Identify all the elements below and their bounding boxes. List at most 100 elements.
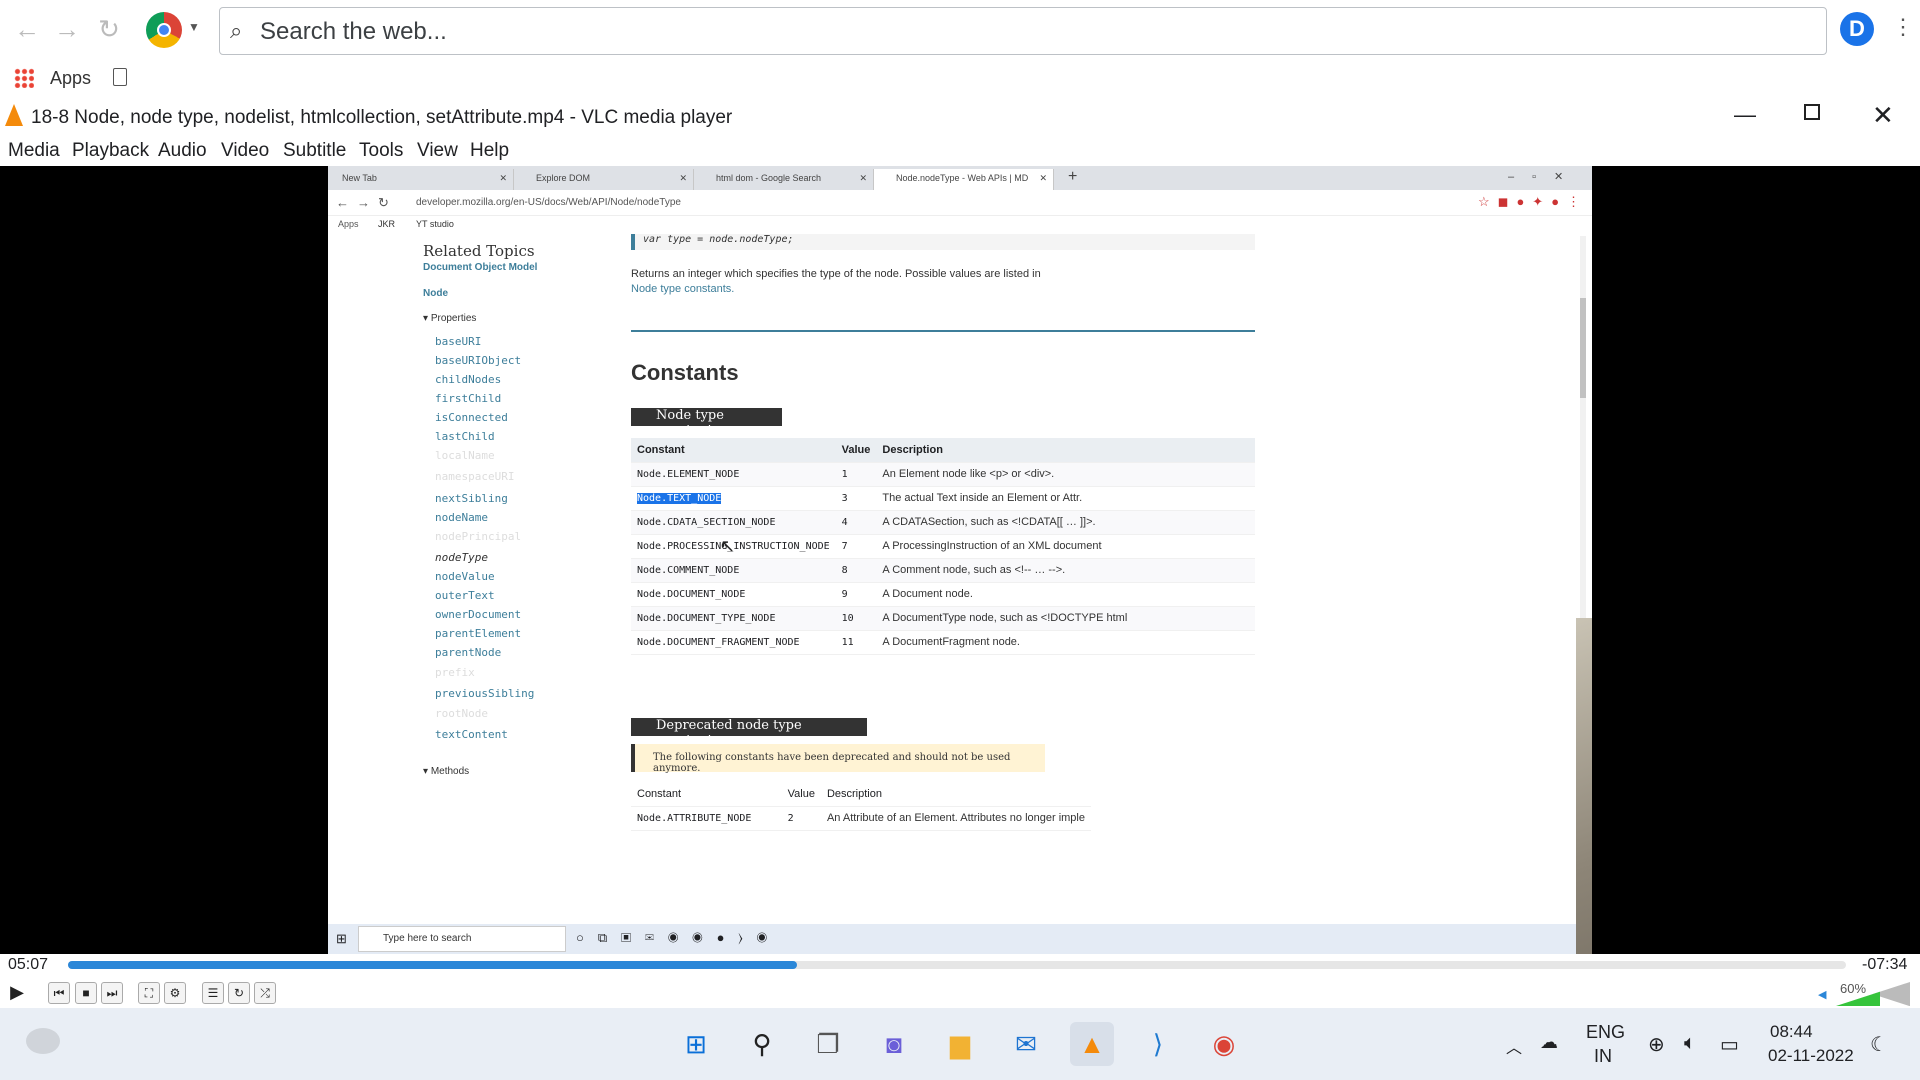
vlc-menu-bar: Media Playback Audio Video Subtitle Tool…: [0, 136, 1920, 166]
teams-chat-icon[interactable]: ◙: [872, 1022, 916, 1066]
deprecated-table: Constant Value Description Node.ATTRIBUTE_…: [631, 782, 1091, 831]
seek-bar[interactable]: [68, 961, 1846, 969]
sidebar-item: prefix: [435, 666, 475, 679]
menu-video[interactable]: Video: [221, 140, 269, 162]
onedrive-icon[interactable]: ☁: [1540, 1032, 1558, 1053]
minimize-icon[interactable]: —: [1734, 102, 1756, 128]
search-icon[interactable]: ⚲: [740, 1022, 784, 1066]
back-icon[interactable]: ←: [10, 12, 44, 46]
sidebar-item: nodePrincipal: [435, 530, 522, 543]
inner-bookmarks-bar: Apps JKR YT studio: [328, 216, 1592, 234]
node-type-heading: Node type constants: [631, 408, 782, 438]
weather-icon[interactable]: [26, 1028, 60, 1054]
file-explorer-icon[interactable]: ▆: [938, 1022, 982, 1066]
menu-audio[interactable]: Audio: [158, 140, 207, 162]
windows-taskbar: ⊞ ⚲ ❐ ◙ ▆ ✉ ▲ ⟩ ◉ ︿ ☁ ENG IN ⊕ 🔈︎ ▭ 08:4…: [0, 1008, 1920, 1080]
stop-button[interactable]: ■: [75, 982, 97, 1004]
mdn-page: Related Topics Document Object Model Nod…: [328, 234, 1592, 924]
search-input[interactable]: ⌕ Search the web...: [219, 7, 1827, 55]
clock-time[interactable]: 08:44: [1770, 1022, 1813, 1042]
page-icon[interactable]: [113, 68, 127, 86]
inner-url: developer.mozilla.org/en-US/docs/Web/API…: [416, 197, 681, 208]
video-frame[interactable]: New Tab ✕ Explore DOM ✕ html dom - Google …: [0, 166, 1920, 954]
menu-tools[interactable]: Tools: [359, 140, 403, 162]
menu-subtitle[interactable]: Subtitle: [283, 140, 346, 162]
fullscreen-button[interactable]: ⛶: [138, 982, 160, 1004]
inner-search-box: Type here to search: [358, 926, 566, 952]
network-icon[interactable]: ⊕: [1648, 1032, 1665, 1057]
inner-tab: New Tab ✕: [334, 169, 514, 190]
sidebar-item: nodeValue: [435, 570, 495, 583]
chrome-taskbar-icon[interactable]: ◉: [1202, 1022, 1246, 1066]
vscode-icon[interactable]: ⟩: [1136, 1022, 1180, 1066]
volume-percent: 60%: [1840, 981, 1867, 996]
vlc-taskbar-icon[interactable]: ▲: [1070, 1022, 1114, 1066]
play-button[interactable]: ▶: [6, 982, 28, 1004]
close-icon[interactable]: ✕: [1872, 100, 1894, 131]
window-title: 18-8 Node, node type, nodelist, htmlcoll…: [31, 107, 733, 128]
sidebar-item: previousSibling: [435, 687, 535, 700]
forward-icon[interactable]: →: [50, 12, 84, 46]
start-icon[interactable]: ⊞: [674, 1022, 718, 1066]
sidebar-item-active: nodeType: [435, 551, 488, 564]
region-code[interactable]: IN: [1594, 1046, 1612, 1067]
playlist-button[interactable]: ☰: [202, 982, 224, 1004]
extended-settings-button[interactable]: ⚙: [164, 982, 186, 1004]
chevron-up-icon[interactable]: ︿: [1506, 1034, 1522, 1058]
inner-taskbar-icons: ○⧉▣✉◉◉●⟩◉: [576, 930, 781, 945]
sidebar-dom-link: Document Object Model: [423, 262, 538, 273]
sidebar-item: ownerDocument: [435, 608, 522, 621]
table-row: Node.ATTRIBUTE_NODE 2 An Attribute of an E…: [631, 806, 1091, 831]
menu-view[interactable]: View: [417, 140, 458, 162]
chevron-down-icon[interactable]: ▼: [188, 20, 200, 34]
focus-assist-icon[interactable]: ☾: [1870, 1032, 1888, 1057]
sidebar-item: rootNode: [435, 707, 488, 720]
bookmark-apps[interactable]: Apps: [50, 68, 91, 89]
volume-icon[interactable]: 🔈︎: [1684, 1032, 1696, 1055]
menu-playback[interactable]: Playback: [72, 140, 149, 162]
next-button[interactable]: ⏭: [101, 982, 123, 1004]
inner-tab: html dom - Google Search ✕: [694, 169, 874, 190]
table-row: Node.ELEMENT_NODE 1 An Element node like <…: [631, 462, 1255, 487]
inner-windows-taskbar: ⊞ Type here to search ○⧉▣✉◉◉●⟩◉: [328, 924, 1592, 954]
sidebar-node-link: Node: [423, 288, 448, 299]
battery-icon[interactable]: ▭: [1720, 1032, 1739, 1057]
shuffle-button[interactable]: ⤮: [254, 982, 276, 1004]
sidebar-item: nodeName: [435, 511, 488, 524]
bookmarks-bar: Apps: [0, 62, 1920, 96]
apps-grid-icon[interactable]: [14, 68, 34, 88]
deprecation-note: The following constants have been deprec…: [631, 744, 1045, 774]
chrome-logo-icon[interactable]: [146, 12, 182, 48]
restore-icon[interactable]: [1804, 104, 1820, 120]
language-code[interactable]: ENG: [1586, 1022, 1625, 1043]
more-menu-icon[interactable]: ⋮: [1892, 14, 1914, 40]
sidebar-heading: Related Topics: [423, 242, 535, 260]
table-row: Node.COMMENT_NODE 8 A Comment node, such a…: [631, 558, 1255, 583]
loop-button[interactable]: ↻: [228, 982, 250, 1004]
search-icon: ⌕: [230, 18, 243, 43]
sidebar-item: lastChild: [435, 430, 495, 443]
close-icon: ✕: [499, 173, 507, 183]
inner-tab-active: Node.nodeType - Web APIs | MD ✕: [874, 169, 1054, 190]
divider: [631, 330, 1255, 332]
inner-tab-strip: New Tab ✕ Explore DOM ✕ html dom - Google …: [328, 166, 1592, 190]
previous-button[interactable]: ⏮: [48, 982, 70, 1004]
selected-text[interactable]: Node.TEXT_NODE: [637, 492, 722, 504]
profile-avatar[interactable]: D: [1840, 12, 1874, 46]
recorded-screen: New Tab ✕ Explore DOM ✕ html dom - Google …: [328, 166, 1592, 954]
deprecated-heading: Deprecated node type constants: [631, 718, 867, 748]
windows-icon: ⊞: [336, 931, 347, 946]
close-icon: ✕: [679, 173, 687, 183]
seek-row: 05:07 -07:34: [0, 954, 1920, 978]
task-view-icon[interactable]: ❐: [806, 1022, 850, 1066]
reload-icon[interactable]: ↻: [92, 12, 126, 46]
speaker-icon[interactable]: ◀: [1818, 988, 1826, 1001]
mail-icon[interactable]: ✉: [1004, 1022, 1048, 1066]
vlc-title-bar: 18-8 Node, node type, nodelist, htmlcoll…: [0, 98, 1920, 136]
close-icon: ✕: [1039, 173, 1047, 183]
constants-heading: Constants: [631, 360, 739, 385]
menu-media[interactable]: Media: [8, 140, 60, 162]
elapsed-time: 05:07: [8, 956, 49, 973]
menu-help[interactable]: Help: [470, 140, 509, 162]
clock-date[interactable]: 02-11-2022: [1768, 1046, 1854, 1066]
